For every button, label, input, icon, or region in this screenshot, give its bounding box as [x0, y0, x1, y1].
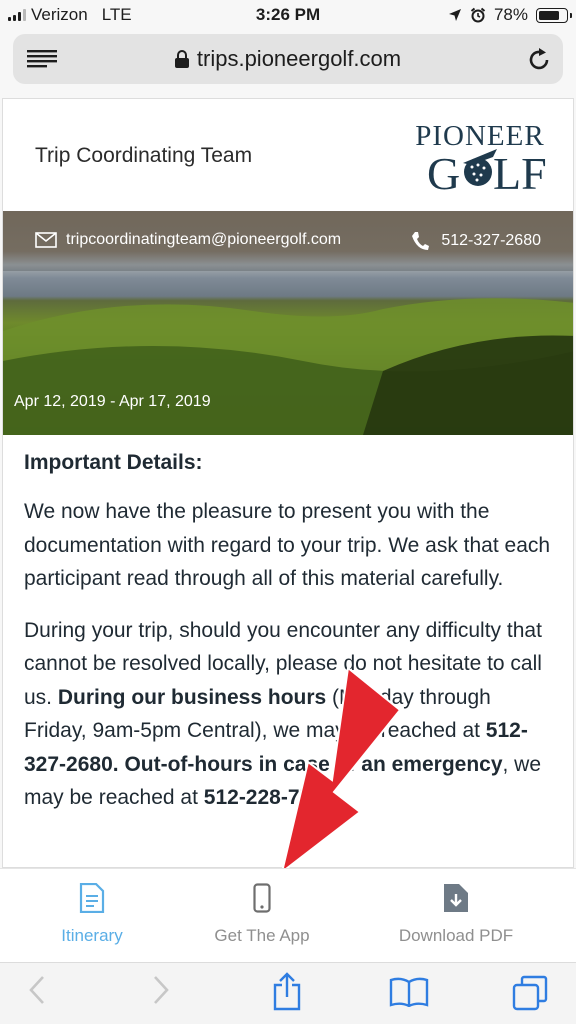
- battery-level: [539, 10, 559, 20]
- tabs-icon[interactable]: [512, 975, 548, 1011]
- svg-text:G: G: [427, 148, 460, 195]
- intro-paragraph: We now have the pleasure to present you …: [24, 500, 551, 590]
- hero-phone: 512-327-2680: [441, 232, 541, 249]
- reload-icon[interactable]: [527, 46, 551, 72]
- trip-dates: Apr 12, 2019 - Apr 17, 2019: [14, 393, 211, 410]
- phone-handset-icon: [412, 232, 430, 250]
- app-tab-bar: Itinerary Get The App Download PDF: [0, 868, 576, 962]
- browser-toolbar: [0, 962, 576, 1024]
- location-icon: [448, 9, 461, 21]
- hero-banner: tripcoordinatingteam@pioneergolf.com 512…: [3, 211, 573, 435]
- contact-text-7: .: [334, 786, 341, 809]
- phone-icon: [253, 883, 271, 913]
- tab-get-the-app-label: Get The App: [214, 926, 310, 945]
- battery-percent: 78%: [493, 5, 528, 24]
- pioneer-golf-logo[interactable]: PIONEER G LF: [405, 115, 555, 195]
- contact-paragraph: During your trip, should you encounter a…: [24, 614, 554, 815]
- tab-download-pdf[interactable]: Download PDF: [366, 883, 546, 946]
- envelope-icon: [35, 232, 57, 248]
- contact-text-5: Out-of-hours in case of an emergency: [124, 752, 503, 776]
- details-heading: Important Details:: [24, 451, 203, 474]
- back-icon[interactable]: [28, 975, 46, 1005]
- status-right: 78%: [448, 5, 572, 25]
- hero-email: tripcoordinatingteam@pioneergolf.com: [66, 231, 342, 248]
- tab-itinerary-label: Itinerary: [61, 926, 123, 945]
- lock-icon: [174, 50, 189, 68]
- web-page: Trip Coordinating Team PIONEER G LF trip…: [2, 98, 574, 868]
- battery-icon: [536, 7, 572, 23]
- tab-get-the-app[interactable]: Get The App: [172, 883, 352, 946]
- tab-download-pdf-label: Download PDF: [398, 926, 514, 945]
- url-display[interactable]: trips.pioneergolf.com: [13, 46, 563, 72]
- download-file-icon: [444, 884, 468, 912]
- svg-text:LF: LF: [493, 148, 547, 195]
- hero-phone-row[interactable]: 512-327-2680: [411, 231, 541, 251]
- document-icon: [79, 882, 105, 914]
- alarm-icon: [470, 7, 486, 23]
- team-name: Trip Coordinating Team: [35, 144, 253, 167]
- contact-text-2: During our business hours: [57, 685, 327, 709]
- share-icon[interactable]: [272, 971, 302, 1011]
- bookmarks-icon[interactable]: [389, 977, 429, 1007]
- address-bar[interactable]: trips.pioneergolf.com: [13, 34, 563, 84]
- tab-itinerary[interactable]: Itinerary: [2, 882, 182, 946]
- main-content: Important Details: We now have the pleas…: [24, 451, 554, 833]
- emergency-phone[interactable]: 512-228-7727: [204, 786, 335, 809]
- status-bar: Verizon LTE 3:26 PM 78%: [0, 0, 576, 30]
- forward-icon[interactable]: [152, 975, 170, 1005]
- url-text: trips.pioneergolf.com: [196, 46, 402, 71]
- hero-email-row[interactable]: tripcoordinatingteam@pioneergolf.com: [35, 231, 341, 249]
